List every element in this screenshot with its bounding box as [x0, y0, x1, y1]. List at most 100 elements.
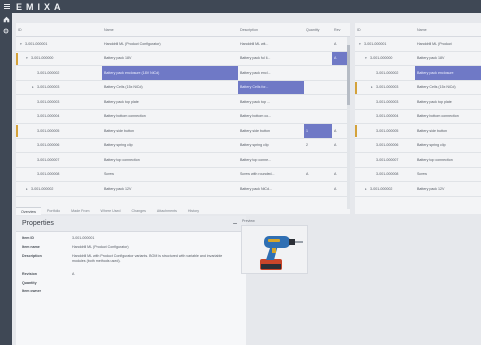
- home-icon[interactable]: [0, 13, 12, 25]
- tab-overview[interactable]: Overview: [16, 207, 41, 215]
- column-header-rev[interactable]: Rev: [332, 23, 350, 36]
- cell-id[interactable]: ▸ 3-001-000003: [355, 81, 415, 95]
- cell-id[interactable]: 3-001-000004: [16, 110, 102, 124]
- cell-id[interactable]: ▸ 3-001-000002: [355, 182, 415, 196]
- tab-changes[interactable]: Changes: [127, 207, 151, 215]
- cell-id[interactable]: 3-001-000008: [16, 168, 102, 182]
- cell-quantity[interactable]: 2: [304, 139, 332, 153]
- cell-id[interactable]: 3-001-000006: [355, 139, 415, 153]
- collapse-icon[interactable]: −: [230, 219, 240, 228]
- table-row[interactable]: ▾ 3-001-000000 Battery pack 18V: [355, 52, 481, 66]
- cell-quantity[interactable]: [304, 153, 332, 167]
- column-header-description[interactable]: Description: [238, 23, 304, 36]
- column-header-id[interactable]: ID: [16, 23, 102, 36]
- column-header-id[interactable]: ID: [355, 23, 415, 36]
- cell-name[interactable]: Battery pack 18V: [102, 52, 238, 66]
- cell-description[interactable]: Handdrill ML wit...: [238, 37, 304, 51]
- cell-name[interactable]: Battery pack 12V: [102, 182, 238, 196]
- cell-name[interactable]: Battery pack top plate: [102, 95, 238, 109]
- table-row[interactable]: 3-001-000006 Battery spring clip: [355, 139, 481, 153]
- cell-id[interactable]: 3-001-000005: [355, 124, 415, 138]
- gear-icon[interactable]: [0, 25, 12, 37]
- cell-quantity[interactable]: [304, 182, 332, 196]
- tab-attachments[interactable]: Attachments: [152, 207, 182, 215]
- cell-description[interactable]: Battery pack ful li...: [238, 52, 304, 66]
- cell-quantity[interactable]: [304, 52, 332, 66]
- cell-description[interactable]: Battery top conne...: [238, 153, 304, 167]
- table-row[interactable]: 3-001-000006 Battery spring clip Battery s…: [16, 139, 350, 153]
- cell-id[interactable]: ▾ 3-001-000001: [355, 37, 415, 51]
- cell-id[interactable]: 3-001-000002: [355, 66, 415, 80]
- cell-name[interactable]: Screw: [415, 168, 481, 182]
- table-row[interactable]: 3-001-000002 Battery pack enclosure (18V …: [16, 66, 350, 81]
- cell-name[interactable]: Battery side button: [415, 124, 481, 138]
- cell-description[interactable]: Battery side button: [238, 124, 304, 138]
- table-row[interactable]: 3-001-000004 Battery bottom connection: [355, 110, 481, 124]
- table-row[interactable]: 3-001-000003 Battery pack top plate: [355, 95, 481, 110]
- cell-name[interactable]: Screw: [102, 168, 238, 182]
- cell-name[interactable]: Battery pack top plate: [415, 95, 481, 109]
- cell-name[interactable]: Battery bottom connection: [102, 110, 238, 124]
- cell-name[interactable]: Battery top connection: [102, 153, 238, 167]
- cell-quantity[interactable]: [304, 95, 332, 109]
- cell-description[interactable]: Battery Cells for...: [238, 80, 304, 94]
- table-row[interactable]: ▸ 3-001-000002 Battery pack 12V: [355, 182, 481, 197]
- cell-quantity[interactable]: [304, 81, 332, 95]
- table-row[interactable]: 3-001-000005 Battery side button Battery s…: [16, 124, 350, 139]
- table-row[interactable]: ▾ 3-001-000001 Handdrill ML (Product: [355, 37, 481, 52]
- cell-id[interactable]: 3-001-000003: [355, 95, 415, 109]
- table-row[interactable]: 3-001-000002 Battery pack enclosure: [355, 66, 481, 81]
- column-header-name[interactable]: Name: [415, 23, 481, 36]
- tab-where-used[interactable]: Where Used: [96, 207, 126, 215]
- cell-id[interactable]: 3-001-000007: [355, 153, 415, 167]
- cell-name[interactable]: Battery pack enclosure (18V NiCd): [102, 66, 238, 80]
- cell-description[interactable]: Battery pack top ...: [238, 95, 304, 109]
- cell-id[interactable]: ▾ 3-001-000000: [355, 52, 415, 66]
- cell-description[interactable]: Battery spring clip: [238, 139, 304, 153]
- table-row[interactable]: 3-001-000007 Battery top connection Batter…: [16, 153, 350, 168]
- cell-name[interactable]: Battery Cells (15x NiCd): [415, 81, 481, 95]
- cell-name[interactable]: Battery side button: [102, 124, 238, 138]
- column-header-quantity[interactable]: Quantity: [304, 23, 332, 36]
- cell-name[interactable]: Battery Cells (15x NiCd): [102, 81, 238, 95]
- cell-name[interactable]: Battery spring clip: [102, 139, 238, 153]
- cell-description[interactable]: Screw with rounded...: [238, 168, 304, 182]
- cell-quantity[interactable]: [304, 66, 332, 80]
- cell-id[interactable]: ▾ 3-001-000000: [16, 52, 102, 66]
- cell-id[interactable]: 3-001-000003: [16, 95, 102, 109]
- cell-id[interactable]: 3-001-000004: [355, 110, 415, 124]
- cell-id[interactable]: ▸ 3-001-000003: [16, 81, 102, 95]
- hamburger-icon[interactable]: [0, 0, 14, 13]
- table-row[interactable]: 3-001-000003 Battery pack top plate Batter…: [16, 95, 350, 110]
- cell-id[interactable]: 3-001-000005: [16, 124, 102, 138]
- cell-id[interactable]: ▸ 3-001-000002: [16, 182, 102, 196]
- table-row[interactable]: 3-001-000004 Battery bottom connection Bat…: [16, 110, 350, 124]
- cell-name[interactable]: Handdrill ML (Product Configurator): [102, 37, 238, 51]
- cell-name[interactable]: Battery bottom connection: [415, 110, 481, 124]
- cell-quantity[interactable]: A: [304, 168, 332, 182]
- cell-name[interactable]: Battery top connection: [415, 153, 481, 167]
- table-row[interactable]: 3-001-000007 Battery top connection: [355, 153, 481, 168]
- table-row[interactable]: ▾ 3-001-000000 Battery pack 18V Battery pac…: [16, 51, 350, 66]
- table-row[interactable]: 3-001-000008 Screw: [355, 168, 481, 182]
- cell-quantity[interactable]: [304, 110, 332, 124]
- tab-made-from[interactable]: Made From: [66, 207, 94, 215]
- vertical-scrollbar[interactable]: [347, 37, 350, 209]
- tab-portfolio[interactable]: Portfolio: [42, 207, 65, 215]
- cell-name[interactable]: Battery pack 18V: [415, 52, 481, 66]
- cell-id[interactable]: 3-001-000007: [16, 153, 102, 167]
- cell-id[interactable]: 3-001-000008: [355, 168, 415, 182]
- cell-id[interactable]: 3-001-000006: [16, 139, 102, 153]
- table-row[interactable]: 3-001-000005 Battery side button: [355, 124, 481, 139]
- cell-quantity[interactable]: [304, 37, 332, 51]
- table-row[interactable]: ▾ 3-001-000001 Handdrill ML (Product Confi…: [16, 37, 350, 52]
- table-row[interactable]: ▸ 3-001-000002 Battery pack 12V Battery pac…: [16, 182, 350, 197]
- table-row[interactable]: ▸ 3-001-000003 Battery Cells (15x NiCd) Bat…: [16, 80, 350, 95]
- table-row[interactable]: 3-001-000008 Screw Screw with rounded... A A: [16, 168, 350, 182]
- cell-id[interactable]: ▾ 3-001-000001: [16, 37, 102, 51]
- cell-quantity[interactable]: 1: [304, 124, 332, 138]
- cell-name[interactable]: Battery pack 12V: [415, 182, 481, 196]
- table-row[interactable]: ▸ 3-001-000003 Battery Cells (15x NiCd): [355, 81, 481, 95]
- cell-name[interactable]: Battery spring clip: [415, 139, 481, 153]
- tab-history[interactable]: History: [183, 207, 204, 215]
